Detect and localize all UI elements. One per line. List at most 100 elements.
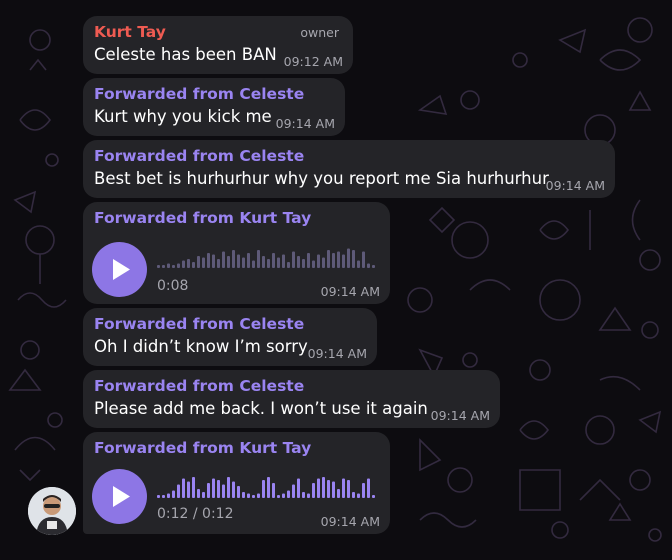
waveform-bar <box>332 253 335 268</box>
waveform-bar <box>212 254 215 268</box>
message-time: 09:14 AM <box>545 178 605 193</box>
waveform-bar <box>157 495 160 498</box>
message-time: 09:14 AM <box>430 408 490 423</box>
forwarded-from-label[interactable]: Forwarded from Celeste <box>94 377 304 395</box>
waveform-bar <box>302 492 305 498</box>
waveform-bar <box>357 260 360 268</box>
message-text: Kurt why you kick me <box>94 107 272 126</box>
waveform-bar <box>347 480 350 498</box>
waveform-bar <box>312 483 315 498</box>
forwarded-from-label[interactable]: Forwarded from Kurt Tay <box>94 209 311 227</box>
waveform-bar <box>297 478 300 498</box>
play-button[interactable] <box>92 469 147 524</box>
message-text: Please add me back. I won’t use it again <box>94 399 428 418</box>
waveform-bar <box>172 265 175 268</box>
waveform-bar <box>167 263 170 268</box>
waveform-bar <box>337 489 340 498</box>
message-text: Best bet is hurhurhur why you report me … <box>94 169 549 188</box>
waveform-bar <box>297 256 300 268</box>
waveform-bar <box>282 254 285 268</box>
waveform-bar <box>217 480 220 498</box>
waveform-bar <box>372 495 375 498</box>
voice-duration: 0:08 <box>157 278 189 294</box>
waveform-bar <box>292 484 295 498</box>
forwarded-from-label[interactable]: Forwarded from Celeste <box>94 147 304 165</box>
voice-waveform[interactable] <box>157 472 377 500</box>
sender-name[interactable]: Kurt Tay <box>94 23 166 41</box>
waveform-bar <box>342 254 345 268</box>
message-time: 09:14 AM <box>320 514 380 529</box>
voice-message-bubble[interactable]: Forwarded from Kurt Tay 0:08 09:14 AM <box>83 202 390 304</box>
waveform-bar <box>352 250 355 268</box>
message-time: 09:14 AM <box>275 116 335 131</box>
waveform-bar <box>222 484 225 498</box>
waveform-bar <box>277 495 280 498</box>
waveform-bar <box>162 265 165 268</box>
waveform-bar <box>362 483 365 498</box>
waveform-bar <box>222 251 225 268</box>
waveform-bar <box>372 265 375 268</box>
waveform-bar <box>182 260 185 268</box>
waveform-bar <box>282 493 285 498</box>
waveform-bar <box>217 259 220 268</box>
waveform-bar <box>307 493 310 498</box>
waveform-bar <box>317 254 320 268</box>
forwarded-from-label[interactable]: Forwarded from Celeste <box>94 315 304 333</box>
waveform-bar <box>192 262 195 268</box>
waveform-bar <box>252 260 255 268</box>
voice-duration: 0:12 / 0:12 <box>157 506 234 522</box>
message-bubble[interactable]: Forwarded from Celeste Oh I didn’t know … <box>83 308 377 366</box>
waveform-bar <box>207 483 210 498</box>
owner-badge: owner <box>300 25 339 40</box>
waveform-bar <box>347 248 350 268</box>
user-avatar[interactable] <box>28 487 76 535</box>
waveform-bar <box>242 492 245 498</box>
message-text: Celeste has been BAN <box>94 45 277 64</box>
waveform-bar <box>267 477 270 498</box>
waveform-bar <box>262 256 265 268</box>
waveform-bar <box>177 484 180 498</box>
waveform-bar <box>227 256 230 268</box>
message-bubble[interactable]: Forwarded from Celeste Best bet is hurhu… <box>83 140 615 198</box>
waveform-bar <box>187 259 190 268</box>
message-bubble[interactable]: Kurt Tay owner Celeste has been BAN 09:1… <box>83 16 353 74</box>
waveform-bar <box>252 495 255 498</box>
waveform-bar <box>257 493 260 498</box>
waveform-bar <box>212 478 215 498</box>
input-area-edge <box>83 543 672 560</box>
waveform-bar <box>292 251 295 268</box>
message-time: 09:12 AM <box>283 54 343 69</box>
message-bubble[interactable]: Forwarded from Celeste Kurt why you kick… <box>83 78 345 136</box>
forwarded-from-label[interactable]: Forwarded from Celeste <box>94 85 304 103</box>
waveform-bar <box>242 257 245 268</box>
waveform-bar <box>307 253 310 268</box>
message-bubble[interactable]: Forwarded from Celeste Please add me bac… <box>83 370 500 428</box>
play-button[interactable] <box>92 242 147 297</box>
waveform-bar <box>232 250 235 268</box>
waveform-bar <box>322 477 325 498</box>
waveform-bar <box>267 259 270 268</box>
voice-message-bubble[interactable]: Forwarded from Kurt Tay 0:12 / 0:12 09:1… <box>83 432 390 534</box>
play-icon <box>113 486 130 507</box>
waveform-bar <box>257 250 260 268</box>
waveform-bar <box>202 492 205 498</box>
avatar-icon <box>28 487 76 535</box>
waveform-bar <box>162 495 165 498</box>
waveform-bar <box>227 477 230 498</box>
waveform-bar <box>172 490 175 498</box>
voice-waveform[interactable] <box>157 242 377 270</box>
waveform-bar <box>367 478 370 498</box>
waveform-bar <box>197 489 200 498</box>
waveform-bar <box>327 250 330 268</box>
waveform-bar <box>197 256 200 268</box>
message-time: 09:14 AM <box>320 284 380 299</box>
waveform-bar <box>322 257 325 268</box>
waveform-bar <box>192 477 195 498</box>
waveform-bar <box>207 253 210 268</box>
forwarded-from-label[interactable]: Forwarded from Kurt Tay <box>94 439 311 457</box>
waveform-bar <box>272 253 275 268</box>
waveform-bar <box>317 478 320 498</box>
waveform-bar <box>232 481 235 498</box>
waveform-bar <box>182 478 185 498</box>
waveform-bar <box>272 483 275 498</box>
